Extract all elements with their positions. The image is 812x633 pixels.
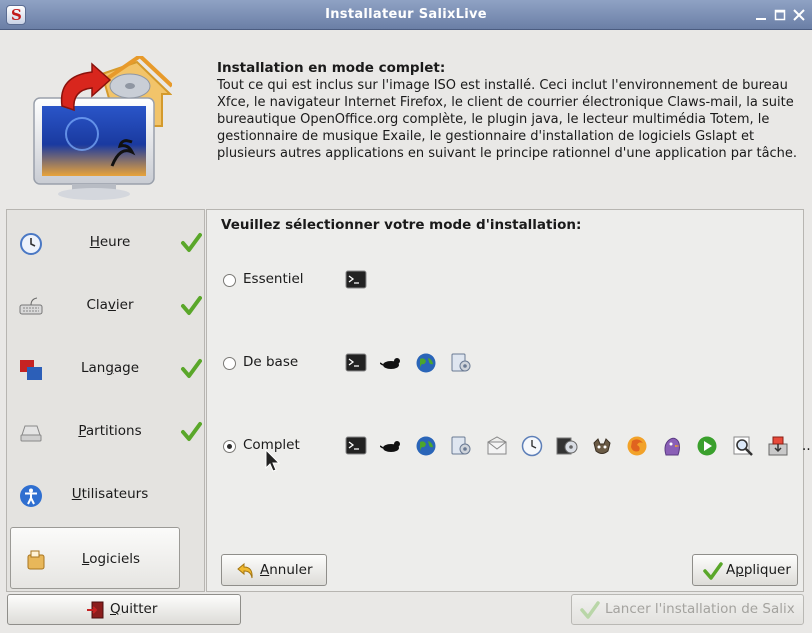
terminal-icon (345, 352, 367, 374)
launch-install-button[interactable]: Lancer l'installation de Salix (571, 594, 804, 625)
xfce-mouse-icon (379, 435, 402, 457)
globe-icon (415, 352, 437, 374)
apply-button[interactable]: Appliquer (692, 554, 798, 586)
checkmark-icon (703, 561, 723, 581)
undo-arrow-icon (236, 561, 256, 581)
media-player-icon (556, 435, 578, 457)
maximize-icon[interactable] (771, 6, 789, 24)
firefox-icon (626, 435, 648, 457)
checkmark-icon (180, 232, 202, 254)
radio-de-base[interactable] (223, 357, 236, 370)
sidebar-item-label: Clavier (86, 297, 134, 313)
radio-essentiel[interactable] (223, 274, 236, 287)
radio-complet[interactable] (223, 440, 236, 453)
mouse-cursor-icon (265, 448, 281, 473)
installer-monitor-logo (12, 53, 174, 202)
settings-manager-icon (450, 435, 472, 457)
settings-manager-icon (450, 352, 472, 374)
sidebar-item-label: Langage (80, 360, 140, 376)
sidebar-item-label: Logiciels (81, 551, 141, 567)
window-title: Installateur SalixLive (325, 7, 487, 22)
apply-button-label: Appliquer (726, 562, 791, 578)
mode-description-title: Installation en mode complet: (217, 60, 446, 76)
option-label: De base (243, 354, 299, 370)
sidebar: Heure Clavier Langage Partitions Utilisa… (6, 209, 205, 592)
sidebar-item-label: Heure (89, 234, 131, 250)
checkmark-icon (180, 358, 202, 380)
option-app-icons: ... (345, 435, 812, 459)
quit-button-label: Quitter (110, 601, 158, 617)
sidebar-item-utilisateurs[interactable]: Utilisateurs (7, 464, 204, 524)
terminal-icon (345, 435, 367, 457)
launch-install-button-label: Lancer l'installation de Salix (605, 601, 795, 617)
option-app-icons (345, 269, 376, 293)
header-panel: Installation en mode complet: Tout ce qu… (0, 30, 812, 208)
globe-icon (415, 435, 437, 457)
mode-description-text: Tout ce qui est inclus sur l'image ISO e… (217, 78, 798, 161)
sidebar-item-label: Partitions (78, 423, 142, 439)
package-installer-icon (767, 435, 789, 457)
xfce-mouse-icon (379, 352, 402, 374)
sidebar-item-heure[interactable]: Heure (7, 212, 204, 272)
gimp-icon (591, 435, 613, 457)
cancel-button[interactable]: Annuler (221, 554, 327, 586)
mail-icon (486, 435, 508, 457)
option-de-base[interactable]: De base (221, 352, 521, 376)
option-essentiel[interactable]: Essentiel (221, 269, 421, 293)
checkmark-icon (180, 295, 202, 317)
checkmark-icon (580, 600, 600, 620)
terminal-icon (345, 269, 367, 291)
quit-button[interactable]: Quitter (7, 594, 241, 625)
cancel-button-label: Annuler (260, 562, 313, 578)
language-flags-icon (19, 358, 43, 382)
option-complet[interactable]: Complet .. (221, 435, 812, 459)
option-app-icons (345, 352, 481, 376)
exit-door-icon (86, 600, 106, 620)
user-accessibility-icon (19, 484, 43, 508)
sidebar-item-logiciels[interactable]: Logiciels (10, 527, 180, 589)
keyboard-icon (19, 295, 43, 319)
main-panel: Veuillez sélectionner votre mode d'insta… (206, 209, 812, 592)
clock-icon (19, 232, 43, 256)
sidebar-item-clavier[interactable]: Clavier (7, 275, 204, 335)
option-label: Essentiel (243, 271, 304, 287)
hard-drive-icon (19, 421, 43, 445)
clock-applet-icon (521, 435, 543, 457)
install-mode-heading: Veuillez sélectionner votre mode d'insta… (221, 217, 582, 233)
pidgin-icon (661, 435, 683, 457)
search-magnifier-icon (732, 435, 754, 457)
more-apps-ellipsis: ... (801, 438, 812, 454)
minimize-icon[interactable] (752, 6, 770, 24)
window-titlebar: Installateur SalixLive (0, 0, 812, 30)
sidebar-item-partitions[interactable]: Partitions (7, 401, 204, 461)
checkmark-icon (180, 421, 202, 443)
sidebar-item-langage[interactable]: Langage (7, 338, 204, 398)
sidebar-item-label: Utilisateurs (71, 486, 149, 502)
software-package-icon (25, 548, 49, 572)
play-icon (696, 435, 718, 457)
close-icon[interactable] (790, 6, 808, 24)
